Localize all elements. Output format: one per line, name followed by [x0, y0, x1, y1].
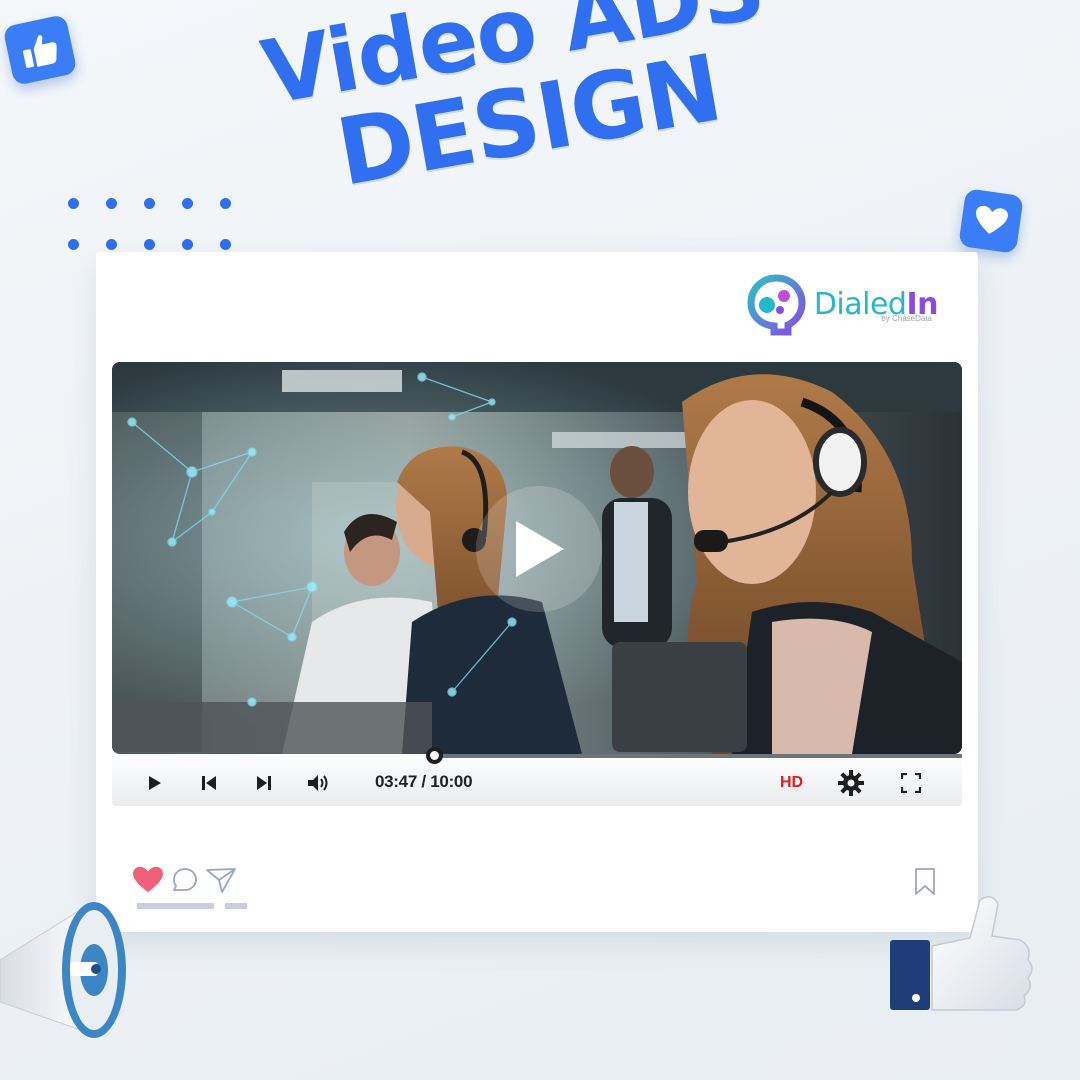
thumbs-up-badge [2, 14, 78, 86]
fullscreen-button[interactable] [900, 772, 922, 794]
comment-icon [172, 868, 197, 891]
settings-gear-icon [838, 770, 864, 796]
hd-quality-button[interactable]: HD [780, 774, 803, 792]
progress-fill [112, 754, 434, 758]
headset-logo-icon [747, 274, 806, 336]
skip-back-button[interactable] [200, 772, 218, 794]
comment-button[interactable] [172, 867, 198, 898]
play-button[interactable] [146, 772, 164, 794]
dot-grid-decoration [68, 198, 258, 252]
heart-icon [976, 205, 1008, 234]
video-frame[interactable] [112, 362, 962, 754]
fullscreen-icon [901, 773, 921, 793]
megaphone-icon [0, 902, 126, 1038]
brand-subtitle: by ChaseData [881, 314, 932, 323]
time-display: 03:47 / 10:00 [375, 772, 473, 791]
thumbs-up-icon [890, 896, 1033, 1011]
skip-forward-button[interactable] [255, 772, 273, 794]
progress-track[interactable] [112, 747, 962, 764]
heart-badge [958, 188, 1024, 254]
progress-knob[interactable] [425, 747, 443, 764]
share-icon [206, 868, 236, 893]
social-actions [132, 866, 236, 899]
play-overlay-button[interactable] [476, 486, 602, 612]
settings-button[interactable] [837, 770, 865, 796]
headline: Video ADS DESIGN [200, 0, 842, 221]
skip-back-icon [202, 776, 216, 790]
skip-forward-icon [257, 776, 271, 790]
volume-button[interactable] [306, 772, 332, 794]
play-icon [149, 776, 161, 790]
brand-logo: DialedIn [744, 272, 938, 336]
thumbs-up-icon [23, 35, 57, 68]
volume-icon [308, 775, 328, 791]
share-button[interactable] [206, 867, 236, 898]
video-controls-bar [112, 754, 962, 806]
play-icon [516, 521, 564, 577]
post-card: DialedIn by ChaseData 03:47 / 10:00 HD [96, 252, 978, 932]
